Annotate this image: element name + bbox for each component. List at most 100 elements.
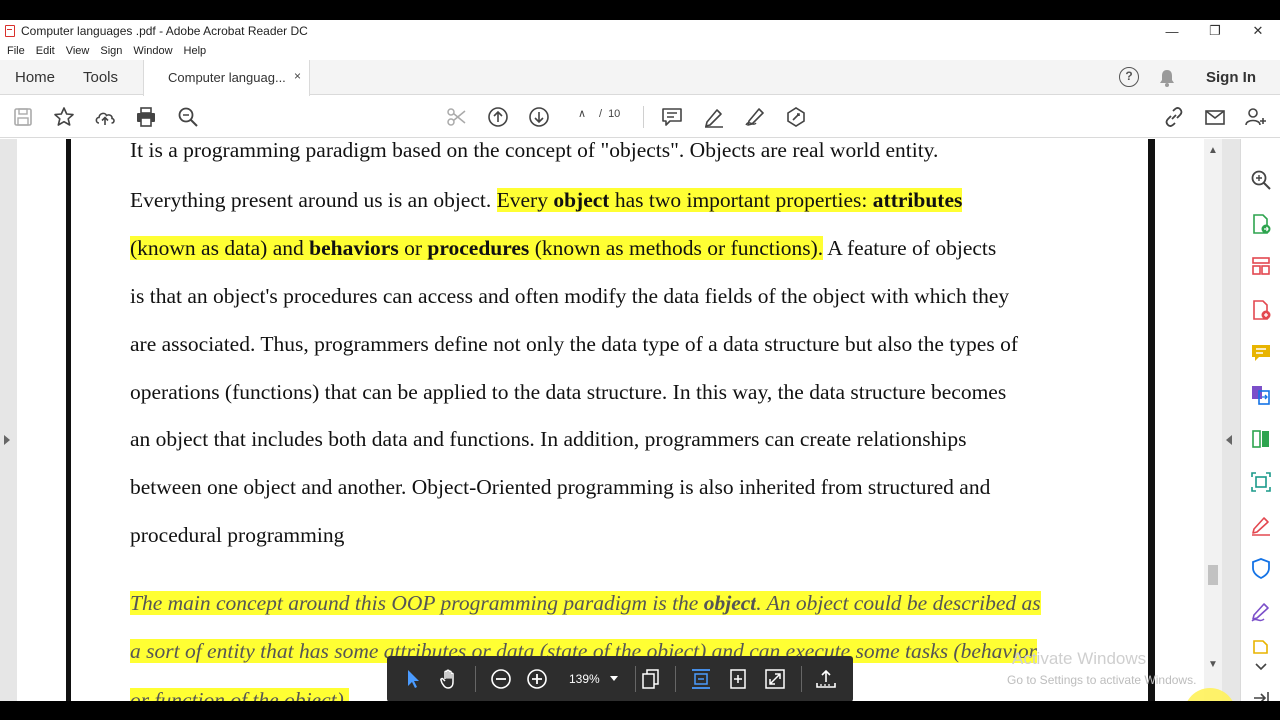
previous-page-icon[interactable] xyxy=(486,105,510,129)
compare-files-icon[interactable] xyxy=(1250,428,1272,450)
protect-shield-icon[interactable] xyxy=(1250,557,1272,580)
close-tab-button[interactable]: × xyxy=(294,69,301,83)
fill-sign-icon[interactable] xyxy=(784,105,808,129)
menu-file[interactable]: File xyxy=(7,45,25,57)
fit-page-icon[interactable] xyxy=(726,667,750,691)
text-run: an object that includes both data and fu… xyxy=(130,427,967,451)
tab-tools[interactable]: Tools xyxy=(83,60,118,95)
select-cursor-icon[interactable] xyxy=(401,667,425,691)
scrollbar-thumb[interactable] xyxy=(1208,565,1218,585)
zoom-out-icon[interactable] xyxy=(489,667,513,691)
highlighted-text-run: object xyxy=(553,188,610,212)
tab-document[interactable]: Computer languag... × xyxy=(143,60,310,96)
zoom-level[interactable]: 139% xyxy=(569,672,600,686)
text-run: Everything present around us is an objec… xyxy=(130,188,497,212)
text-line: or function of the object). xyxy=(130,676,350,701)
text-line: It is a programming paradigm based on th… xyxy=(130,139,938,165)
vertical-scrollbar[interactable]: ▲ ▼ xyxy=(1204,139,1222,701)
tabs-row: Home Tools Computer languag... × ? Sign … xyxy=(0,60,1280,96)
menu-view[interactable]: View xyxy=(66,45,90,57)
print-icon[interactable] xyxy=(134,105,158,129)
page-separator: / xyxy=(599,107,603,120)
scroll-down-icon[interactable]: ▼ xyxy=(1208,659,1218,670)
right-tools-panel xyxy=(1240,139,1280,701)
next-page-icon[interactable] xyxy=(527,105,551,129)
text-line: operations (functions) that can be appli… xyxy=(130,377,1006,407)
activate-windows-subtitle: Go to Settings to activate Windows. xyxy=(1007,673,1197,687)
title-bar: Computer languages .pdf - Adobe Acrobat … xyxy=(0,20,1280,42)
scan-ocr-icon[interactable] xyxy=(1250,471,1272,493)
floatbar-divider xyxy=(635,666,636,692)
pdf-file-icon xyxy=(5,25,15,37)
comment-icon[interactable] xyxy=(660,105,684,129)
hand-tool-icon[interactable] xyxy=(437,667,461,691)
text-line: is that an object's procedures can acces… xyxy=(130,281,1009,311)
highlighted-text-run: The main concept around this OOP program… xyxy=(130,591,704,615)
cloud-upload-icon[interactable] xyxy=(93,105,117,129)
text-line: (known as data) and behaviors or procedu… xyxy=(130,233,996,263)
page-number-input[interactable]: ∧ xyxy=(571,107,593,120)
organize-pages-icon[interactable] xyxy=(1250,255,1272,277)
text-line: between one object and another. Object-O… xyxy=(130,472,990,502)
menu-sign[interactable]: Sign xyxy=(100,45,122,57)
bookmark-star-icon[interactable] xyxy=(52,105,76,129)
expand-tools-icon[interactable] xyxy=(1250,655,1272,677)
export-upload-icon[interactable] xyxy=(814,667,838,691)
search-zoom-icon[interactable] xyxy=(1250,169,1272,191)
highlighted-text-run: or function of the object). xyxy=(130,688,350,701)
highlighted-text-run: Every xyxy=(496,188,554,212)
screen: Computer languages .pdf - Adobe Acrobat … xyxy=(0,0,1280,720)
email-icon[interactable] xyxy=(1203,105,1227,129)
close-window-button[interactable]: ✕ xyxy=(1236,20,1280,42)
minimize-button[interactable]: — xyxy=(1150,20,1194,42)
export-pdf-icon[interactable] xyxy=(1250,213,1272,235)
collapse-panel-icon[interactable] xyxy=(1250,687,1272,701)
save-icon[interactable] xyxy=(11,105,35,129)
scroll-up-icon[interactable]: ▲ xyxy=(1208,145,1218,156)
menu-bar: File Edit View Sign Window Help xyxy=(0,42,217,60)
text-run: A feature of objects xyxy=(823,236,997,260)
activate-windows-title: Activate Windows xyxy=(1012,649,1147,668)
highlighted-text-run: (known as methods or functions). xyxy=(529,236,824,260)
help-icon[interactable]: ? xyxy=(1119,67,1139,87)
highlight-pen-icon[interactable] xyxy=(702,105,726,129)
scissors-icon[interactable] xyxy=(445,105,469,129)
full-screen-icon[interactable] xyxy=(763,667,787,691)
sign-in-button[interactable]: Sign In xyxy=(1206,69,1256,86)
zoom-in-icon[interactable] xyxy=(525,667,549,691)
zoom-dropdown-caret-icon[interactable] xyxy=(610,676,618,681)
page-thumbnails-icon[interactable] xyxy=(639,667,663,691)
link-icon[interactable] xyxy=(1162,105,1186,129)
draw-freehand-icon[interactable] xyxy=(743,105,767,129)
menu-edit[interactable]: Edit xyxy=(36,45,55,57)
document-tab-label: Computer languag... xyxy=(168,70,286,85)
right-pane-toggle-icon[interactable] xyxy=(1226,435,1232,445)
main-toolbar: ∧ / 10 xyxy=(0,96,1280,138)
text-line: are associated. Thus, programmers define… xyxy=(130,329,1018,359)
comment-tool-icon[interactable] xyxy=(1250,342,1272,364)
window-title: Computer languages .pdf - Adobe Acrobat … xyxy=(21,24,308,38)
page-indicator: ∧ / 10 xyxy=(571,107,620,121)
text-run: is that an object's procedures can acces… xyxy=(130,284,1010,308)
fill-sign-tool-icon[interactable] xyxy=(1250,514,1272,536)
menu-window[interactable]: Window xyxy=(133,45,172,57)
highlighted-text-run: behaviors xyxy=(309,236,399,260)
bell-icon[interactable] xyxy=(1158,68,1176,88)
text-line: The main concept around this OOP program… xyxy=(130,579,1041,627)
highlighted-text-run: object xyxy=(703,591,757,615)
combine-files-icon[interactable] xyxy=(1250,384,1272,406)
create-pdf-icon[interactable] xyxy=(1250,299,1272,321)
maximize-button[interactable]: ❐ xyxy=(1193,20,1237,42)
floatbar-divider xyxy=(801,666,802,692)
zoom-search-icon[interactable] xyxy=(176,105,200,129)
text-run: It is a programming paradigm based on th… xyxy=(130,139,939,162)
left-pane-toggle-icon[interactable] xyxy=(4,435,10,445)
tab-home[interactable]: Home xyxy=(15,60,55,95)
send-for-signature-icon[interactable] xyxy=(1250,600,1272,622)
add-user-icon[interactable] xyxy=(1244,105,1268,129)
text-run: procedural programming xyxy=(130,523,345,547)
menu-help[interactable]: Help xyxy=(184,45,207,57)
acrobat-window: Computer languages .pdf - Adobe Acrobat … xyxy=(0,20,1280,701)
fit-width-icon[interactable] xyxy=(689,667,713,691)
highlighted-text-run: . An object could be described as xyxy=(756,591,1041,615)
